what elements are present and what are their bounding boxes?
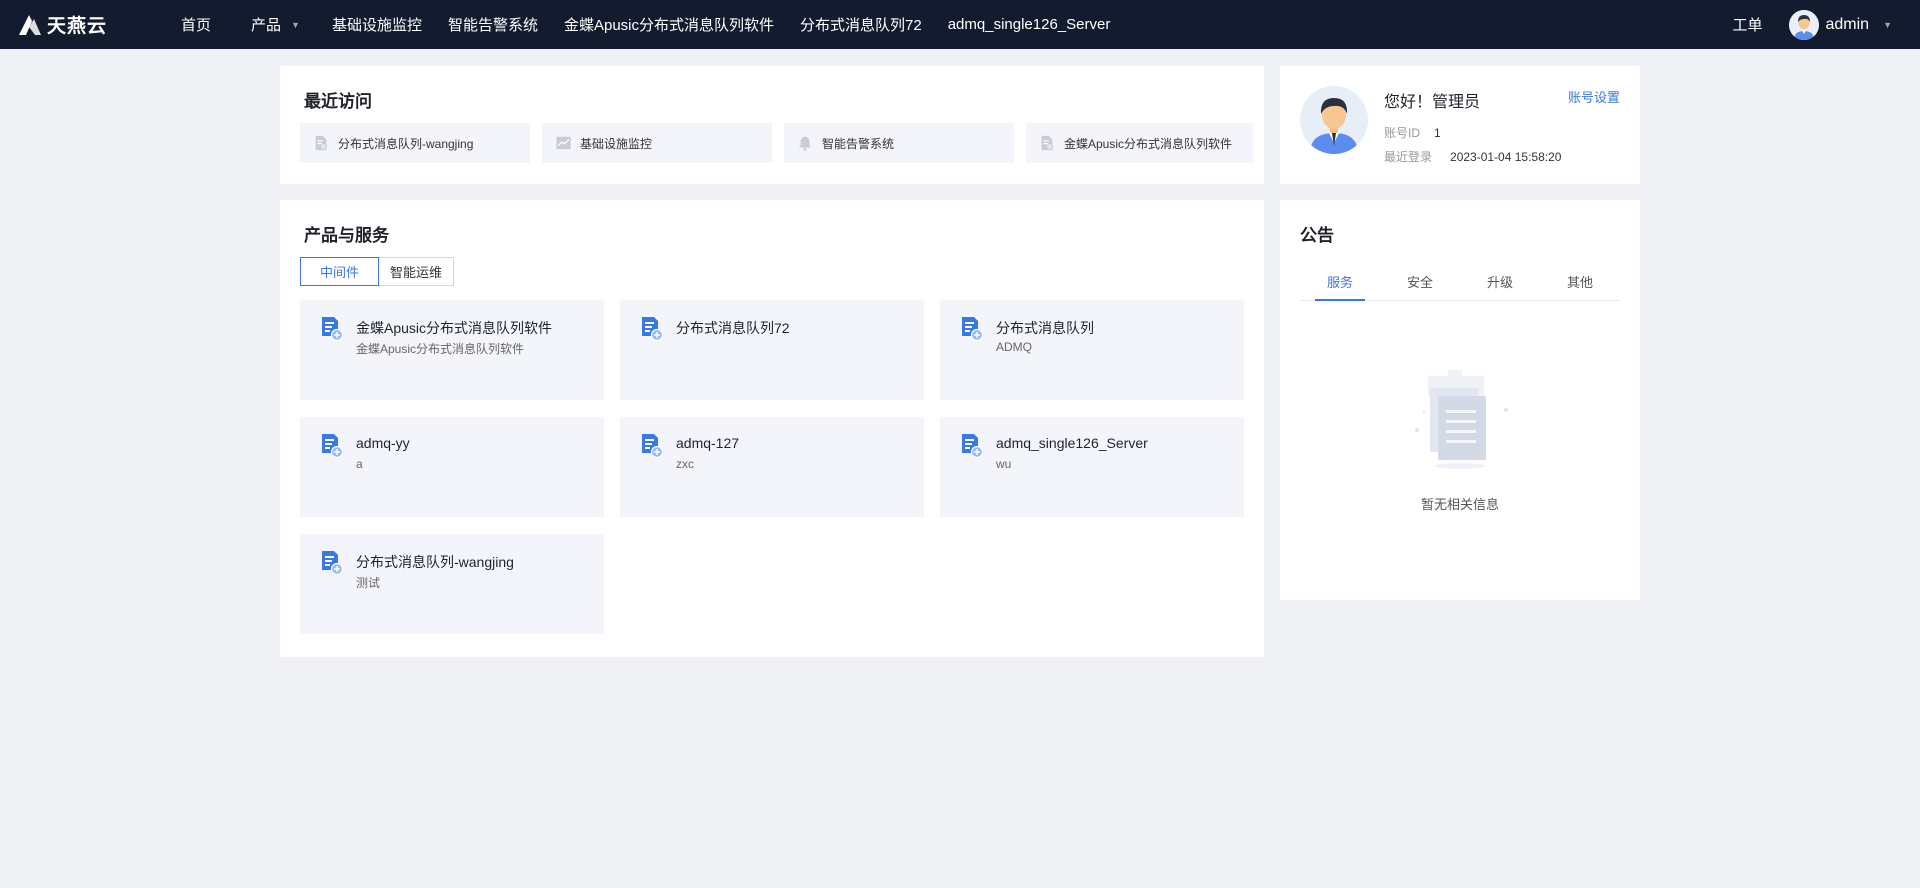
recent-item-label: 智能告警系统: [822, 136, 895, 151]
logo-icon: [19, 14, 41, 35]
recent-item-label: 基础设施监控: [580, 136, 653, 151]
product-card[interactable]: admq_single126_Server wu: [940, 417, 1244, 517]
empty-document-illustration: [1415, 370, 1508, 469]
tab-intelligent-ops[interactable]: 智能运维: [379, 257, 455, 286]
chart-icon: [554, 134, 572, 152]
nav-label: 产品: [251, 17, 282, 34]
tab-middleware[interactable]: 中间件: [300, 257, 380, 286]
recent-item[interactable]: 基础设施监控: [542, 123, 772, 163]
product-name: 金蝶Apusic分布式消息队列软件: [356, 320, 553, 336]
product-doc-icon: [322, 317, 344, 342]
topbar-right: 工单 admin ▼: [1732, 0, 1892, 49]
product-doc-icon: [322, 434, 344, 459]
product-card[interactable]: 分布式消息队列-wangjing 测试: [300, 534, 604, 634]
products-title: 产品与服务: [304, 226, 389, 245]
empty-state-text: 暂无相关信息: [1420, 497, 1499, 512]
product-name: admq-yy: [356, 435, 410, 451]
top-navigation-bar: 天燕云 首页 产品 ▼ 基础设施监控 智能告警系统 金蝶Apusic分布式消息队列…: [0, 0, 1920, 49]
chevron-down-icon: ▼: [291, 19, 300, 30]
account-id-value: 1: [1434, 126, 1441, 140]
product-card[interactable]: admq-yy a: [300, 417, 604, 517]
last-login-row: 最近登录 2023-01-04 15:58:20: [1384, 148, 1561, 165]
user-avatar-icon: [1788, 9, 1819, 40]
file-icon: [312, 134, 330, 152]
product-doc-icon: [642, 434, 664, 459]
recent-visits-panel: 最近访问 分布式消息队列-wangjing 基础设施监控 智能告警系统 金蝶Ap…: [280, 66, 1264, 184]
nav-label: 金蝶Apusic分布式消息队列软件: [563, 17, 775, 34]
nav-label: 分布式消息队列72: [800, 17, 922, 34]
recent-item[interactable]: 智能告警系统: [784, 123, 1014, 163]
account-id-label: 账号ID: [1384, 126, 1421, 140]
recent-visits-title: 最近访问: [304, 92, 372, 111]
product-name: 分布式消息队列72: [676, 320, 790, 336]
nav-item-admq-single126[interactable]: admq_single126_Server: [935, 0, 1124, 49]
tab-security[interactable]: 安全: [1380, 264, 1460, 300]
nav-item-apusic-mq[interactable]: 金蝶Apusic分布式消息队列软件: [551, 0, 787, 49]
profile-panel: 您好！管理员 账号设置 账号ID 1 最近登录 2023-01-04 15:58:2…: [1280, 66, 1640, 184]
product-desc: zxc: [676, 457, 694, 471]
product-name: admq_single126_Server: [996, 435, 1148, 451]
nav-label: 智能告警系统: [447, 17, 538, 34]
product-desc: ADMQ: [996, 340, 1032, 354]
products-panel: 产品与服务 中间件 智能运维 金蝶Apusic分布式消息队列软件 金蝶Apusi…: [280, 200, 1264, 657]
product-name: 分布式消息队列-wangjing: [356, 554, 514, 570]
nav-label: 首页: [181, 17, 212, 34]
user-avatar-icon: [1300, 86, 1368, 154]
last-login-value: 2023-01-04 15:58:20: [1450, 150, 1562, 164]
account-id-row: 账号ID 1: [1384, 124, 1441, 141]
nav-label: 基础设施监控: [331, 17, 422, 34]
chevron-down-icon[interactable]: ▼: [1883, 20, 1892, 30]
product-desc: 测试: [356, 576, 381, 590]
recent-item-label: 金蝶Apusic分布式消息队列软件: [1064, 136, 1233, 151]
nav-item-infrastructure-monitoring[interactable]: 基础设施监控: [319, 0, 435, 49]
file-icon: [1038, 134, 1056, 152]
ticket-link[interactable]: 工单: [1732, 14, 1762, 35]
product-card[interactable]: 分布式消息队列72: [620, 300, 924, 400]
tab-service[interactable]: 服务: [1300, 264, 1380, 301]
product-doc-icon: [962, 434, 984, 459]
product-desc: wu: [996, 457, 1012, 471]
recent-item-label: 分布式消息队列-wangjing: [338, 136, 474, 151]
notice-title: 公告: [1300, 226, 1334, 245]
bell-icon: [796, 134, 814, 152]
product-card[interactable]: 金蝶Apusic分布式消息队列软件 金蝶Apusic分布式消息队列软件: [300, 300, 604, 400]
recent-item[interactable]: 金蝶Apusic分布式消息队列软件: [1026, 123, 1253, 163]
product-doc-icon: [322, 551, 344, 576]
product-grid: 金蝶Apusic分布式消息队列软件 金蝶Apusic分布式消息队列软件 分布式消…: [300, 300, 1244, 634]
product-name: admq-127: [676, 435, 740, 451]
account-settings-link[interactable]: 账号设置: [1568, 87, 1620, 106]
avatar: [1300, 86, 1368, 154]
product-doc-icon: [642, 317, 664, 342]
product-card[interactable]: admq-127 zxc: [620, 417, 924, 517]
recent-visits-list: 分布式消息队列-wangjing 基础设施监控 智能告警系统 金蝶Apusic分…: [300, 123, 1253, 163]
product-doc-icon: [962, 317, 984, 342]
notice-tabs: 服务 安全 升级 其他: [1300, 264, 1620, 301]
product-card[interactable]: 分布式消息队列 ADMQ: [940, 300, 1244, 400]
greeting-text: 您好！管理员: [1384, 94, 1481, 111]
brand-name: 天燕云: [47, 16, 108, 37]
product-name: 分布式消息队列: [996, 320, 1094, 336]
brand-logo[interactable]: 天燕云: [17, 11, 163, 38]
nav-item-mq72[interactable]: 分布式消息队列72: [787, 0, 935, 49]
tab-upgrade[interactable]: 升级: [1460, 264, 1540, 300]
nav-item-alert-system[interactable]: 智能告警系统: [435, 0, 551, 49]
product-desc: 金蝶Apusic分布式消息队列软件: [356, 342, 525, 356]
nav-item-products[interactable]: 产品 ▼: [238, 0, 313, 49]
recent-item[interactable]: 分布式消息队列-wangjing: [300, 123, 530, 163]
tab-other[interactable]: 其他: [1540, 264, 1620, 300]
nav-item-home[interactable]: 首页: [168, 0, 224, 49]
last-login-label: 最近登录: [1384, 150, 1433, 164]
main-nav: 首页 产品 ▼ 基础设施监控 智能告警系统 金蝶Apusic分布式消息队列软件 分…: [163, 0, 1123, 49]
avatar[interactable]: [1788, 9, 1819, 40]
user-name[interactable]: admin: [1826, 16, 1870, 34]
product-category-tabs: 中间件 智能运维: [300, 257, 455, 286]
product-desc: a: [356, 457, 363, 471]
nav-label: admq_single126_Server: [947, 16, 1111, 33]
notice-panel: 公告 服务 安全 升级 其他 暂无相关信息: [1280, 200, 1640, 600]
